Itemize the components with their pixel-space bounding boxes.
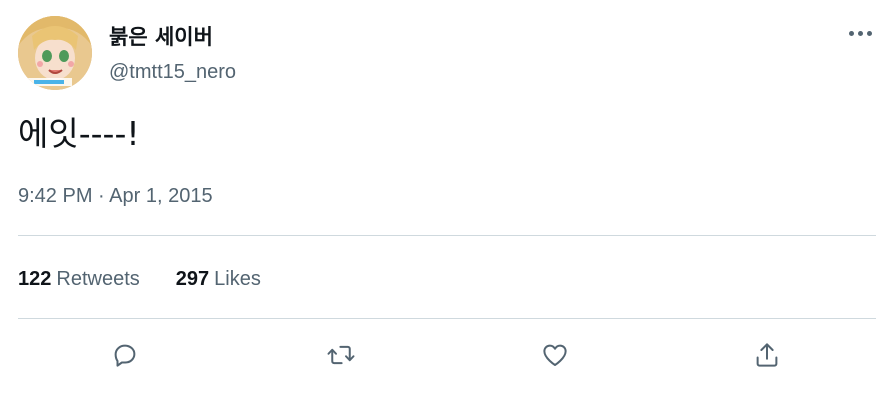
reply-button[interactable] — [104, 334, 146, 376]
tweet-text: 에잇----! — [18, 114, 140, 153]
share-button[interactable] — [746, 334, 788, 376]
retweet-icon — [327, 345, 355, 365]
likes-stat[interactable]: 297 Likes — [176, 265, 261, 293]
more-dot — [848, 30, 854, 36]
retweets-count: 122 — [18, 268, 52, 290]
tweet-timestamp[interactable]: 9:42 PM · Apr 1, 2015 — [18, 183, 213, 209]
action-bar — [18, 334, 876, 376]
more-options-icon[interactable] — [842, 20, 878, 46]
likes-label: Likes — [214, 268, 261, 290]
user-handle[interactable]: @tmtt15_nero — [109, 59, 236, 85]
like-button[interactable] — [534, 334, 576, 376]
heart-icon — [543, 344, 567, 366]
tweet-stats: 122 Retweets 297 Likes — [18, 265, 261, 293]
more-dot — [857, 30, 863, 36]
likes-count: 297 — [175, 268, 210, 290]
more-dot — [866, 30, 872, 36]
share-icon — [756, 343, 778, 367]
avatar-image — [18, 16, 92, 90]
retweets-stat[interactable]: 122 Retweets — [18, 265, 140, 293]
display-name[interactable]: 붉은 세이버 — [109, 23, 213, 51]
divider — [18, 235, 876, 236]
retweets-label: Retweets — [56, 268, 140, 290]
retweet-button[interactable] — [320, 334, 362, 376]
divider — [18, 318, 876, 319]
reply-icon — [114, 344, 136, 367]
avatar[interactable] — [18, 16, 92, 90]
